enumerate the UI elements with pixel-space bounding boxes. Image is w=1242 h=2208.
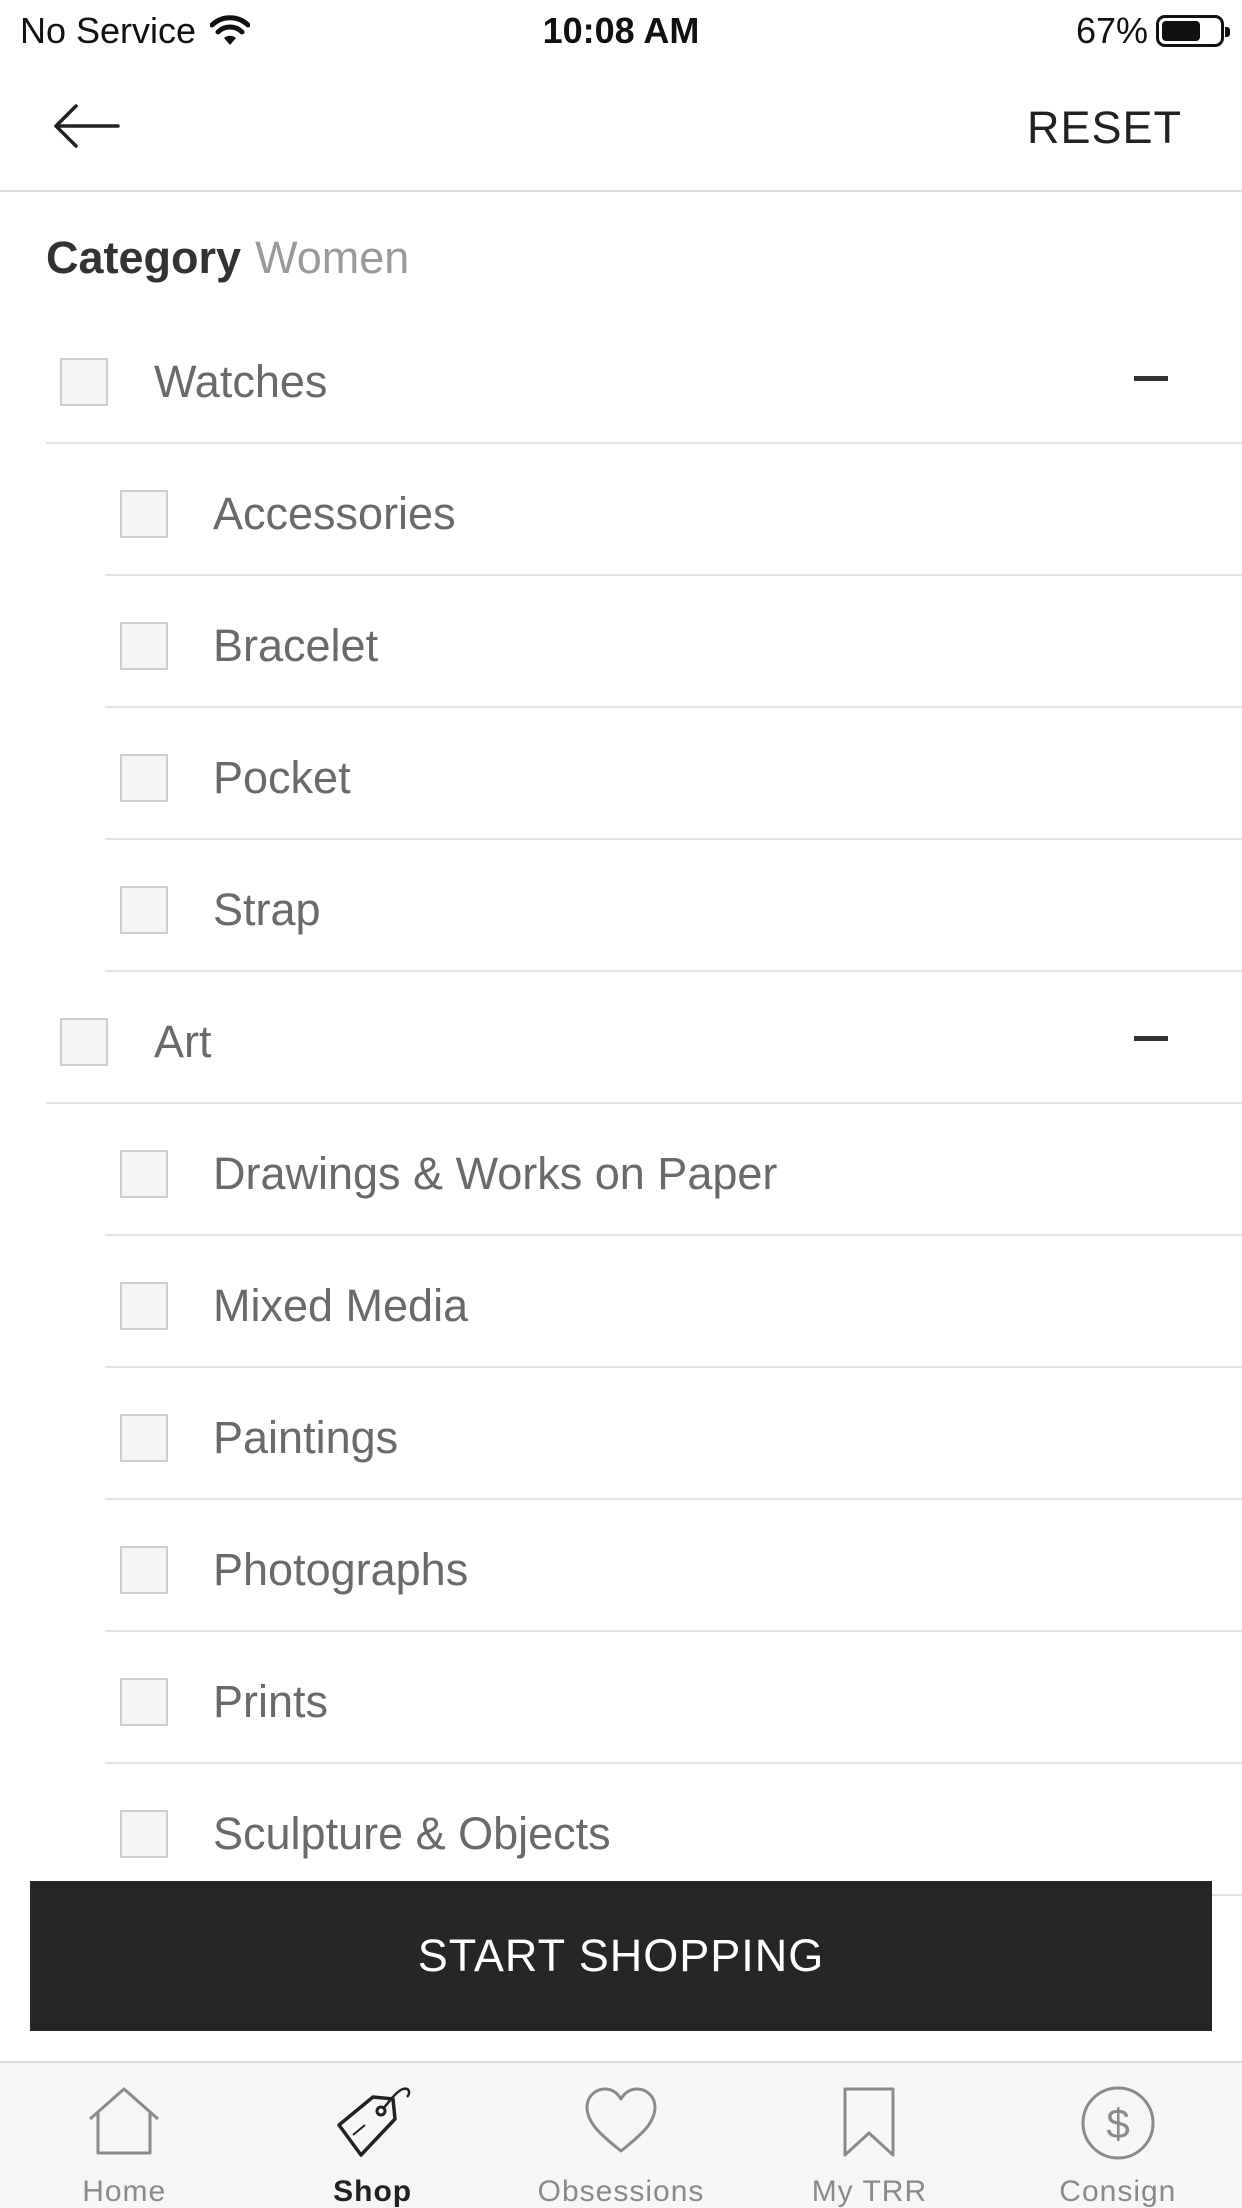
- checkbox[interactable]: [120, 622, 168, 670]
- checkbox[interactable]: [120, 1546, 168, 1594]
- tab-label: My TRR: [811, 2175, 928, 2208]
- category-label: Pocket: [213, 752, 351, 803]
- tab-label: Obsessions: [537, 2175, 705, 2208]
- category-row-mixed-media[interactable]: Mixed Media: [105, 1236, 1242, 1368]
- home-icon: [89, 2087, 160, 2155]
- tag-icon: [336, 2087, 410, 2157]
- status-time: 10:08 AM: [542, 10, 700, 51]
- checkbox[interactable]: [120, 754, 168, 802]
- category-row-pocket[interactable]: Pocket: [105, 708, 1242, 840]
- tab-my-trr[interactable]: My TRR: [745, 2063, 993, 2208]
- battery-fill: [1162, 21, 1200, 41]
- checkbox[interactable]: [120, 1150, 168, 1198]
- category-label: Strap: [213, 884, 321, 935]
- category-label: Photographs: [213, 1544, 469, 1595]
- tab-home[interactable]: Home: [0, 2063, 248, 2208]
- category-row-prints[interactable]: Prints: [105, 1632, 1242, 1764]
- category-row-sculpture[interactable]: Sculpture & Objects: [105, 1764, 1242, 1896]
- reset-button[interactable]: RESET: [1027, 102, 1182, 154]
- checkbox[interactable]: [60, 358, 108, 406]
- category-row-accessories[interactable]: Accessories: [105, 444, 1242, 576]
- checkbox[interactable]: [120, 1810, 168, 1858]
- checkbox[interactable]: [120, 886, 168, 934]
- tab-shop[interactable]: Shop: [248, 2063, 496, 2208]
- category-label: Drawings & Works on Paper: [213, 1148, 778, 1199]
- tab-label: Consign: [1059, 2175, 1177, 2208]
- minus-icon[interactable]: [1134, 1036, 1168, 1041]
- category-label: Art: [154, 1016, 212, 1067]
- filter-title: Category: [46, 232, 242, 283]
- tab-consign[interactable]: $ Consign: [994, 2063, 1242, 2208]
- category-row-watches[interactable]: Watches: [46, 312, 1242, 444]
- tab-obsessions[interactable]: Obsessions: [497, 2063, 745, 2208]
- category-row-art[interactable]: Art: [46, 972, 1242, 1104]
- category-label: Bracelet: [213, 620, 379, 671]
- category-label: Mixed Media: [213, 1280, 469, 1331]
- status-right: 67%: [1075, 10, 1230, 52]
- filter-subtitle: Women: [255, 232, 410, 283]
- checkbox[interactable]: [60, 1018, 108, 1066]
- category-label: Prints: [213, 1676, 329, 1727]
- status-bar: No Service 10:08 AM 67%: [0, 0, 1242, 62]
- start-shopping-button[interactable]: START SHOPPING: [30, 1881, 1212, 2031]
- category-row-paintings[interactable]: Paintings: [105, 1368, 1242, 1500]
- tab-label: Shop: [333, 2175, 413, 2208]
- category-label: Paintings: [213, 1412, 399, 1463]
- tab-label: Home: [82, 2175, 167, 2208]
- back-button[interactable]: [52, 98, 124, 154]
- dollar-icon: $: [1081, 2086, 1155, 2160]
- battery-percent: 67%: [1075, 10, 1148, 51]
- category-row-strap[interactable]: Strap: [105, 840, 1242, 972]
- category-row-drawings[interactable]: Drawings & Works on Paper: [105, 1104, 1242, 1236]
- arrow-left-icon: [54, 104, 120, 148]
- bookmark-icon: [843, 2087, 895, 2157]
- checkbox[interactable]: [120, 1678, 168, 1726]
- checkbox[interactable]: [120, 490, 168, 538]
- category-label: Sculpture & Objects: [213, 1808, 611, 1859]
- nav-bar: RESET: [0, 62, 1242, 192]
- category-row-bracelet[interactable]: Bracelet: [105, 576, 1242, 708]
- minus-icon[interactable]: [1134, 376, 1168, 381]
- category-label: Watches: [154, 356, 328, 407]
- tab-bar: Home Shop Obsessions My TRR $ Consign: [0, 2061, 1242, 2208]
- filter-heading: Category Women: [46, 232, 409, 284]
- battery-icon: [1156, 15, 1230, 47]
- checkbox[interactable]: [120, 1282, 168, 1330]
- category-row-photographs[interactable]: Photographs: [105, 1500, 1242, 1632]
- category-label: Accessories: [213, 488, 456, 539]
- checkbox[interactable]: [120, 1414, 168, 1462]
- heart-icon: [585, 2087, 657, 2153]
- svg-text:$: $: [1106, 2100, 1129, 2147]
